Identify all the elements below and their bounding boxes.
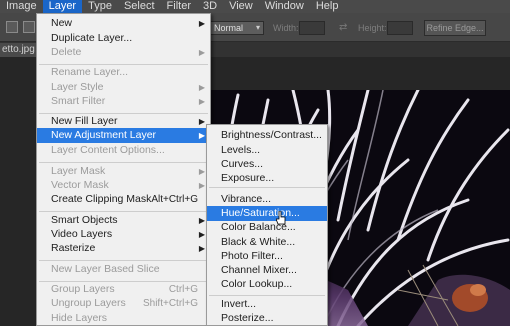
layer-menu: New ▶ Duplicate Layer... Delete ▶ Rename… [36, 13, 211, 326]
submenu-arrow-icon: ▶ [198, 216, 205, 225]
menu-separator [209, 187, 325, 188]
menu-item-label: Layer Mask [51, 165, 106, 177]
swap-icon[interactable]: ⇄ [339, 22, 347, 33]
submenu-item-channel-mixer[interactable]: Channel Mixer... [207, 263, 327, 278]
chevron-updown-icon: ▾ [255, 23, 260, 32]
height-label: Height: [358, 23, 387, 33]
submenu-arrow-icon: ▶ [198, 230, 205, 239]
menu-item-label: New Fill Layer [51, 115, 118, 127]
menu-separator [39, 211, 208, 212]
menu-item-create-clipping-mask[interactable]: Create Clipping Mask Alt+Ctrl+G [37, 192, 210, 207]
menu-help[interactable]: Help [310, 0, 345, 13]
menu-item-smart-objects[interactable]: Smart Objects ▶ [37, 213, 210, 228]
menu-item-label: Smart Objects [51, 214, 118, 226]
menu-item-shortcut: Ctrl+G [168, 284, 198, 295]
menu-window[interactable]: Window [259, 0, 310, 13]
menu-separator [39, 162, 208, 163]
menu-item-label: Rasterize [51, 242, 96, 254]
submenu-arrow-icon: ▶ [198, 244, 205, 253]
menu-item-new-layer-based-slice[interactable]: New Layer Based Slice [37, 262, 210, 277]
submenu-item-levels[interactable]: Levels... [207, 143, 327, 158]
menu-item-ungroup-layers[interactable]: Ungroup Layers Shift+Ctrl+G [37, 296, 210, 311]
menu-item-label: Layer Style [51, 81, 104, 93]
menu-item-new-fill-layer[interactable]: New Fill Layer ▶ [37, 114, 210, 129]
submenu-item-curves[interactable]: Curves... [207, 157, 327, 172]
menu-item-new-adjustment-layer[interactable]: New Adjustment Layer ▶ [37, 128, 210, 143]
submenu-item-posterize[interactable]: Posterize... [207, 311, 327, 326]
menu-item-delete[interactable]: Delete ▶ [37, 45, 210, 60]
menu-separator [39, 260, 208, 261]
adjustment-layer-submenu: Brightness/Contrast... Levels... Curves.… [206, 124, 328, 326]
menu-item-group-layers[interactable]: Group Layers Ctrl+G [37, 282, 210, 297]
document-tab[interactable]: etto.jpg @ [0, 43, 40, 57]
menu-item-label: Create Clipping Mask [51, 193, 152, 205]
menu-item-label: Video Layers [51, 228, 113, 240]
submenu-arrow-icon: ▶ [198, 83, 205, 92]
menu-item-label: Smart Filter [51, 95, 106, 107]
new-selection-icon[interactable] [6, 21, 18, 33]
style-select-value: Normal [214, 23, 244, 33]
menu-image[interactable]: Image [0, 0, 43, 13]
menu-item-video-layers[interactable]: Video Layers ▶ [37, 227, 210, 242]
menu-item-rasterize[interactable]: Rasterize ▶ [37, 241, 210, 256]
menu-view[interactable]: View [223, 0, 259, 13]
menu-item-vector-mask[interactable]: Vector Mask ▶ [37, 178, 210, 193]
submenu-arrow-icon: ▶ [198, 181, 205, 190]
width-field[interactable] [299, 21, 325, 35]
add-selection-icon[interactable] [23, 21, 35, 33]
menu-item-shortcut: Alt+Ctrl+G [151, 194, 198, 205]
submenu-item-photo-filter[interactable]: Photo Filter... [207, 249, 327, 264]
menu-bar: Image Layer Type Select Filter 3D View W… [0, 0, 510, 13]
menu-item-label: New Adjustment Layer [51, 129, 157, 141]
menu-type[interactable]: Type [82, 0, 118, 13]
menu-item-duplicate-layer[interactable]: Duplicate Layer... [37, 31, 210, 46]
menu-item-new[interactable]: New ▶ [37, 16, 210, 31]
menu-item-label: Vector Mask [51, 179, 109, 191]
submenu-arrow-icon: ▶ [198, 131, 205, 140]
menu-filter[interactable]: Filter [161, 0, 197, 13]
refine-edge-button[interactable]: Refine Edge... [424, 20, 486, 36]
submenu-item-vibrance[interactable]: Vibrance... [207, 192, 327, 207]
hand-pointer-icon [276, 211, 286, 225]
menu-item-layer-content-options[interactable]: Layer Content Options... [37, 143, 210, 158]
width-label: Width: [273, 23, 299, 33]
menu-item-label: Delete [51, 46, 82, 58]
menu-item-label: Group Layers [51, 283, 115, 295]
submenu-item-hue-saturation[interactable]: Hue/Saturation... [207, 206, 327, 221]
menu-item-layer-style[interactable]: Layer Style ▶ [37, 80, 210, 95]
submenu-item-black-white[interactable]: Black & White... [207, 235, 327, 250]
menu-item-shortcut: Shift+Ctrl+G [142, 298, 198, 309]
menu-3d[interactable]: 3D [197, 0, 223, 13]
submenu-item-invert[interactable]: Invert... [207, 297, 327, 312]
menu-item-hide-layers[interactable]: Hide Layers [37, 311, 210, 326]
submenu-item-exposure[interactable]: Exposure... [207, 171, 327, 186]
submenu-item-color-balance[interactable]: Color Balance... [207, 220, 327, 235]
menu-item-smart-filter[interactable]: Smart Filter ▶ [37, 94, 210, 109]
submenu-item-color-lookup[interactable]: Color Lookup... [207, 277, 327, 292]
submenu-item-brightness-contrast[interactable]: Brightness/Contrast... [207, 128, 327, 143]
submenu-arrow-icon: ▶ [198, 167, 205, 176]
menu-item-label: Ungroup Layers [51, 297, 126, 309]
submenu-arrow-icon: ▶ [198, 117, 205, 126]
submenu-arrow-icon: ▶ [198, 97, 205, 106]
menu-item-label: New [51, 17, 73, 29]
menu-item-rename-layer[interactable]: Rename Layer... [37, 65, 210, 80]
style-select[interactable]: Normal ▾ [210, 21, 264, 35]
submenu-arrow-icon: ▶ [198, 48, 205, 57]
submenu-arrow-icon: ▶ [198, 19, 205, 28]
menu-select[interactable]: Select [118, 0, 161, 13]
menu-separator [209, 295, 325, 296]
menu-layer[interactable]: Layer [42, 0, 83, 13]
menu-item-layer-mask[interactable]: Layer Mask ▶ [37, 164, 210, 179]
height-field[interactable] [387, 21, 413, 35]
